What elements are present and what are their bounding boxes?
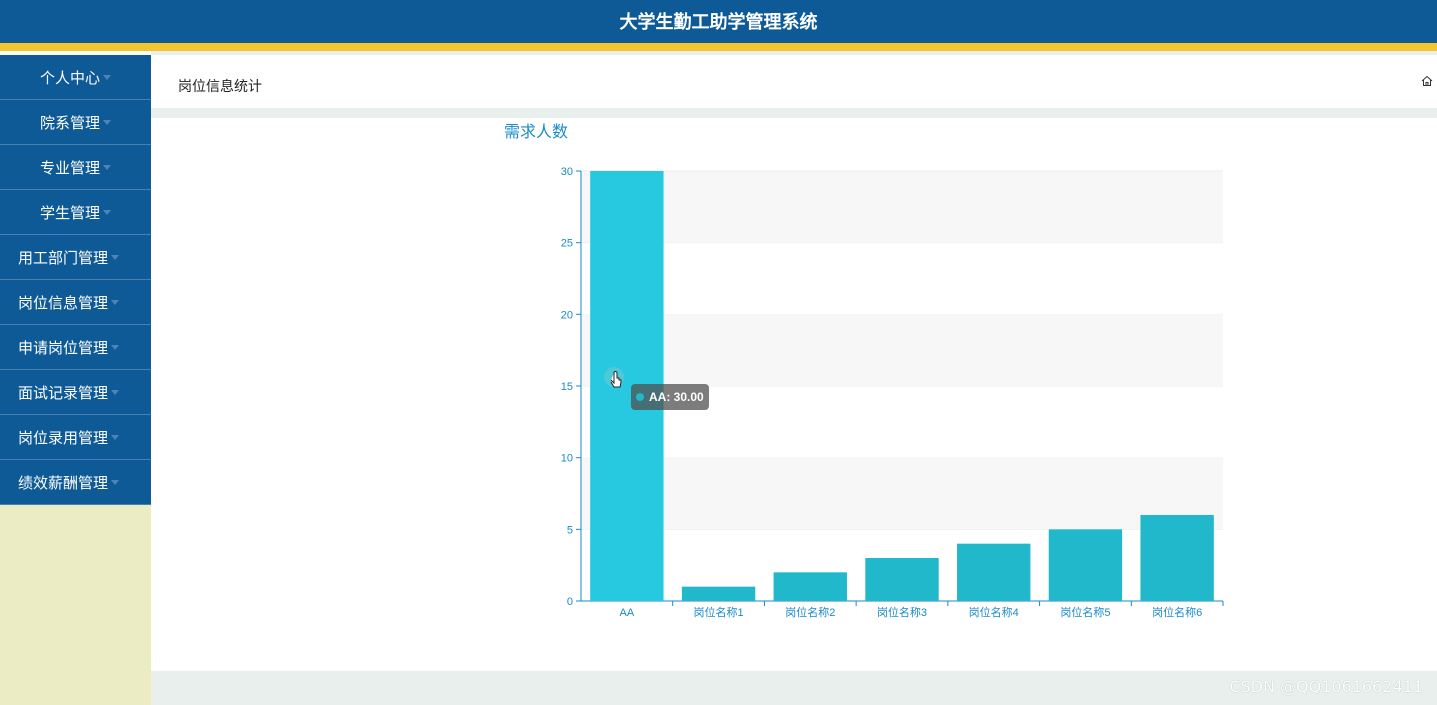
bar (681, 586, 756, 601)
sidebar-item-label: 面试记录管理 (18, 383, 109, 402)
sidebar-item-label: 岗位信息管理 (18, 293, 109, 312)
sidebar-item-interview[interactable]: 面试记录管理 (0, 370, 151, 415)
x-tick-label: 岗位名称4 (969, 605, 1019, 619)
y-tick-label: 5 (567, 524, 573, 536)
y-tick-label: 15 (561, 381, 573, 393)
y-tick-label: 0 (567, 596, 573, 608)
x-tick-label: 岗位名称1 (694, 605, 744, 619)
split-area (581, 171, 1223, 243)
sidebar-item-label: 岗位录用管理 (18, 428, 109, 447)
page-title: 岗位信息统计 (178, 79, 262, 95)
split-area (581, 242, 1223, 315)
x-tick-label: 岗位名称5 (1060, 605, 1110, 619)
sidebar-item-label: 学生管理 (39, 203, 100, 222)
sidebar-item-label: 专业管理 (39, 158, 100, 177)
y-tick-label: 20 (561, 309, 573, 321)
watermark-text: CSDN @QQ1061662411 (1229, 677, 1423, 696)
y-tick-label: 10 (561, 453, 573, 465)
sidebar-item-student[interactable]: 学生管理 (0, 190, 151, 235)
bar (1140, 515, 1214, 601)
sidebar-item-label: 院系管理 (39, 113, 100, 132)
bar (865, 558, 939, 601)
home-icon[interactable] (1421, 75, 1433, 87)
x-tick-label: 岗位名称6 (1152, 605, 1202, 619)
bar (1048, 529, 1123, 601)
chevron-down-icon (111, 344, 120, 350)
page-header: 岗位信息统计 (151, 55, 1437, 108)
sidebar-item-label: 申请岗位管理 (18, 338, 109, 357)
chevron-down-icon (111, 434, 120, 440)
sidebar: 个人中心 院系管理 专业管理 学生管理 用工部门管理 岗位信息管理 申请岗位管理… (0, 55, 151, 705)
chevron-down-icon (103, 119, 111, 125)
app-title: 大学生勤工助学管理系统 (619, 12, 818, 33)
split-area (581, 314, 1223, 386)
chart-panel: 需求人数 0 5 10 15 20 25 30 AA 岗位名称1 岗位名称2 岗位名称3 岗位名称4 岗… (151, 118, 1437, 671)
sidebar-item-job-application[interactable]: 申请岗位管理 (0, 325, 151, 370)
chevron-down-icon (103, 209, 111, 215)
sidebar-item-employer-dept[interactable]: 用工部门管理 (0, 235, 151, 280)
sidebar-item-department[interactable]: 院系管理 (0, 100, 151, 145)
tooltip-marker (636, 393, 644, 401)
chevron-down-icon (111, 479, 120, 485)
chevron-down-icon (111, 299, 120, 305)
chevron-down-icon (111, 254, 120, 260)
x-tick-label: 岗位名称3 (877, 605, 927, 619)
bar (773, 572, 847, 601)
split-area (581, 457, 1223, 530)
sidebar-item-label: 个人中心 (39, 68, 100, 87)
main-content: 岗位信息统计 需求人数 0 5 10 15 20 25 30 AA 岗位名称1 岗位名称2 岗位名称… (151, 51, 1437, 705)
sidebar-item-major[interactable]: 专业管理 (0, 145, 151, 190)
y-tick-label: 25 (561, 238, 573, 250)
x-tick-label: 岗位名称2 (785, 605, 835, 619)
x-tick-label: AA (620, 607, 635, 619)
sidebar-item-hiring[interactable]: 岗位录用管理 (0, 415, 151, 460)
sidebar-item-label: 用工部门管理 (18, 248, 109, 267)
bar-chart: 0 5 10 15 20 25 30 AA 岗位名称1 岗位名称2 岗位名称3 岗位名称4 岗位名称5 岗… (561, 166, 1224, 619)
top-bar: 大学生勤工助学管理系统 (0, 0, 1437, 43)
sidebar-item-job-info[interactable]: 岗位信息管理 (0, 280, 151, 325)
chevron-down-icon (111, 389, 120, 395)
bar (957, 543, 1031, 601)
sidebar-item-salary[interactable]: 绩效薪酬管理 (0, 460, 151, 505)
chevron-down-icon (103, 164, 111, 170)
sidebar-item-label: 绩效薪酬管理 (18, 473, 109, 492)
sidebar-item-personal-center[interactable]: 个人中心 (0, 55, 151, 100)
tooltip-text: AA: 30.00 (649, 390, 704, 404)
y-tick-label: 30 (561, 166, 573, 178)
chevron-down-icon (103, 74, 111, 80)
header-accent-stripe (0, 43, 1437, 51)
